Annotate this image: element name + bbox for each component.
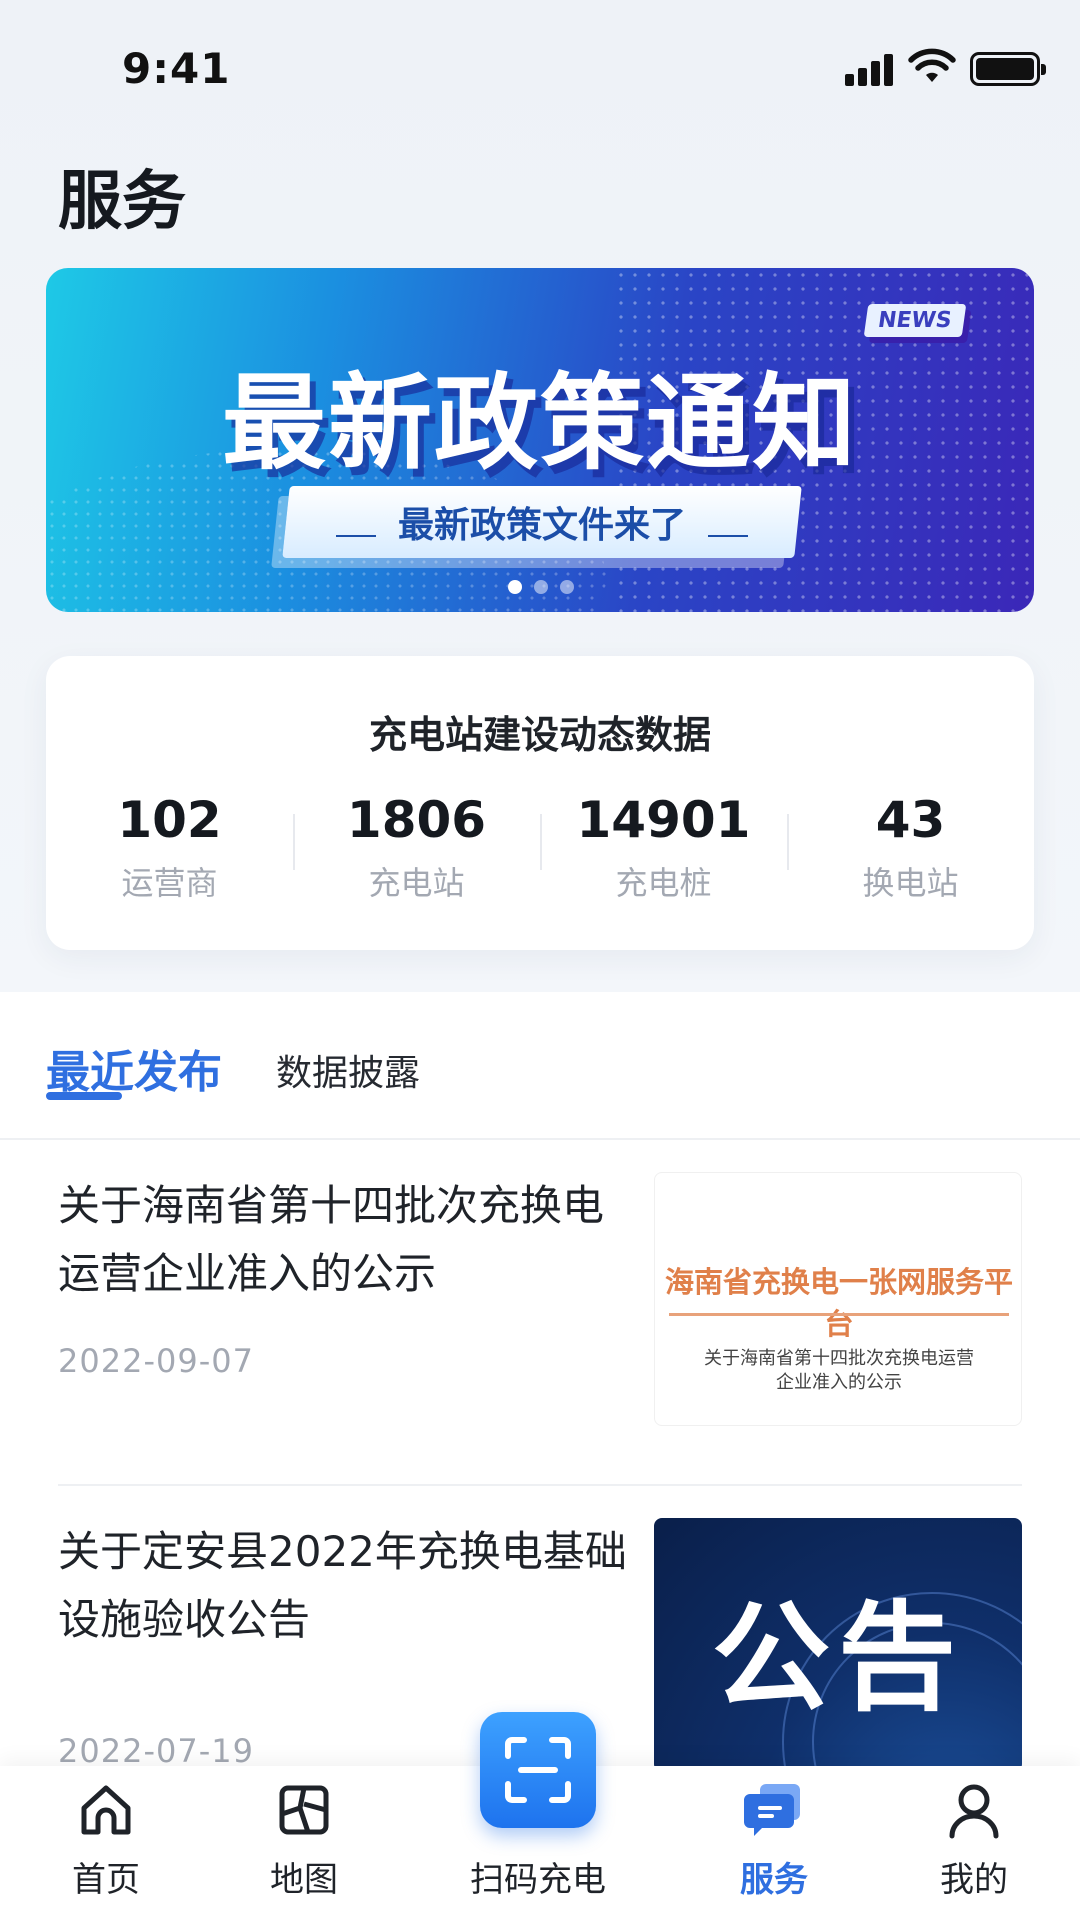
- tab-indicator: [46, 1092, 122, 1100]
- banner-pager: [508, 580, 574, 594]
- thumb-subtitle-line: 关于海南省第十四批次充换电运营: [704, 1348, 974, 1369]
- banner-headline: 最新政策通知: [221, 362, 858, 484]
- scan-charge-label[interactable]: 扫码充电: [440, 1852, 636, 1901]
- news-date: 2022-07-19: [58, 1732, 254, 1770]
- scan-charge-button[interactable]: [480, 1712, 596, 1828]
- thumb-rule: [669, 1313, 1009, 1316]
- stat-value: 43: [875, 791, 946, 849]
- news-thumbnail: 海南省充换电一张网服务平台 关于海南省第十四批次充换电运营 企业准入的公示: [654, 1172, 1022, 1426]
- tab-data-disclosure[interactable]: 数据披露: [276, 1044, 420, 1096]
- stat-label: 充电桩: [615, 864, 712, 902]
- stat-label: 充电站: [368, 864, 465, 902]
- banner-subtitle: 最新政策文件来了: [397, 505, 686, 546]
- tab-recent[interactable]: 最近发布: [46, 1036, 222, 1100]
- divider: [58, 1484, 1022, 1486]
- dash-decoration: [335, 535, 376, 537]
- nav-label: 地图: [270, 1860, 338, 1900]
- thumb-subtitle-line: 企业准入的公示: [776, 1372, 902, 1393]
- nav-home[interactable]: 首页: [26, 1766, 186, 1920]
- nav-map[interactable]: 地图: [224, 1766, 384, 1920]
- home-icon: [81, 1785, 131, 1835]
- stats-row: 102 运营商 1806 充电站 14901 充电桩 43 换电站: [46, 790, 1034, 904]
- nav-profile[interactable]: 我的: [894, 1766, 1054, 1920]
- wifi-icon: [908, 48, 956, 82]
- stat-value: 1806: [346, 791, 487, 849]
- nav-label: 服务: [740, 1860, 808, 1900]
- stats-card: 充电站建设动态数据 102 运营商 1806 充电站 14901 充电桩 43 …: [46, 656, 1034, 950]
- stat-value: 14901: [576, 791, 751, 849]
- nav-label: 我的: [940, 1860, 1008, 1900]
- stat-stations: 1806 充电站: [293, 790, 540, 904]
- news-date: 2022-09-07: [58, 1342, 254, 1380]
- thumb-subtitle: 关于海南省第十四批次充换电运营 企业准入的公示: [655, 1347, 1021, 1395]
- news-title: 关于定安县2022年充换电基础设施验收公告: [58, 1527, 627, 1644]
- stat-chargers: 14901 充电桩: [540, 790, 787, 904]
- scan-icon: [505, 1737, 571, 1803]
- map-icon: [279, 1785, 329, 1835]
- battery-icon: [970, 52, 1046, 86]
- news-title: 关于海南省第十四批次充换电运营企业准入的公示: [58, 1181, 605, 1298]
- status-bar: 9:41: [0, 0, 1080, 140]
- service-icon: [744, 1784, 800, 1836]
- stat-swap-stations: 43 换电站: [787, 790, 1034, 904]
- banner-subtitle-box: 最新政策文件来了: [282, 486, 802, 558]
- cellular-signal-icon: [845, 52, 895, 86]
- pager-dot-active[interactable]: [508, 580, 522, 594]
- stat-operators: 102 运营商: [46, 790, 293, 904]
- stat-label: 换电站: [862, 864, 959, 902]
- thumb-heading: 公告: [711, 1588, 964, 1727]
- stat-value: 102: [117, 791, 222, 849]
- user-icon: [949, 1784, 999, 1839]
- page-title: 服务: [58, 165, 186, 239]
- news-thumbnail: 公告: [654, 1518, 1022, 1772]
- status-time: 9:41: [122, 44, 231, 93]
- stats-title: 充电站建设动态数据: [368, 713, 711, 757]
- news-badge: NEWS: [863, 304, 966, 337]
- thumb-heading: 海南省充换电一张网服务平台: [664, 1265, 1013, 1341]
- stat-label: 运营商: [121, 864, 218, 902]
- pager-dot[interactable]: [534, 580, 548, 594]
- policy-banner[interactable]: NEWS 最新政策通知 最新政策文件来了: [46, 268, 1034, 612]
- news-item[interactable]: 关于海南省第十四批次充换电运营企业准入的公示 2022-09-07 海南省充换电…: [58, 1172, 1022, 1426]
- nav-service[interactable]: 服务: [694, 1766, 854, 1920]
- tab-bar: 最近发布 数据披露: [0, 992, 1080, 1140]
- nav-label: 首页: [72, 1860, 140, 1900]
- dash-decoration: [708, 535, 748, 537]
- pager-dot[interactable]: [560, 580, 574, 594]
